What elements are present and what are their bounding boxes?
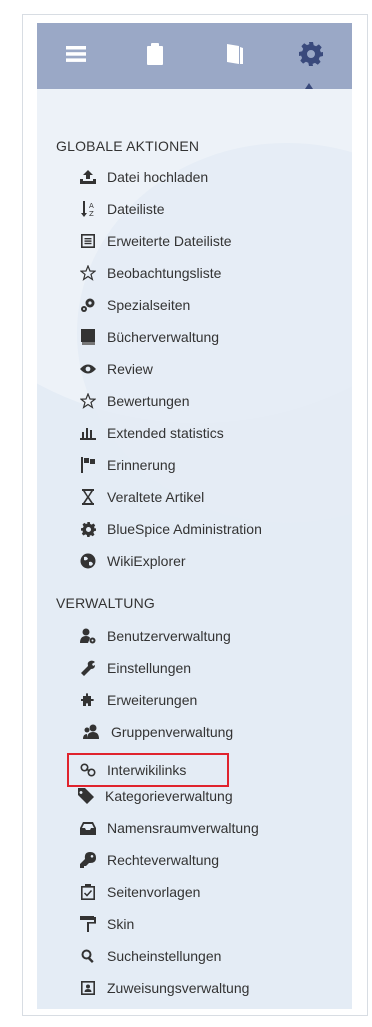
upload-icon (77, 168, 99, 186)
nav-item-label: Bücherverwaltung (107, 329, 220, 345)
nav-item-label: Dateiliste (107, 201, 165, 217)
nav-item-bluespice-admin[interactable]: BlueSpice Administration (77, 518, 262, 540)
nav-item-wikiexplorer[interactable]: WikiExplorer (77, 550, 186, 572)
nav-item-rights-manager[interactable]: Rechteverwaltung (77, 849, 219, 871)
clipboard-tab[interactable] (140, 39, 170, 69)
settings-tab[interactable] (296, 39, 326, 69)
nav-item-skin[interactable]: Skin (77, 913, 134, 935)
flag-icon (77, 456, 99, 474)
special-pages-icon (77, 296, 99, 314)
nav-item-book-manager[interactable]: Bücherverwaltung (77, 326, 219, 348)
star-outline-icon (77, 392, 99, 410)
nav-item-category-manager[interactable]: Kategorieverwaltung (75, 785, 233, 807)
nav-item-namespace-manager[interactable]: Namensraumverwaltung (77, 817, 259, 839)
tag-icon (75, 787, 97, 805)
sidebar-frame: GLOBALE AKTIONEN Datei hochladen AZ Date… (22, 14, 368, 1016)
hourglass-icon (77, 488, 99, 506)
inbox-icon (77, 819, 99, 837)
book-icon (227, 44, 243, 64)
group-icon (81, 723, 103, 741)
nav-item-label: Erinnerung (107, 457, 176, 473)
nav-item-label: Sucheinstellungen (107, 948, 222, 964)
menu-icon (66, 46, 86, 62)
nav-item-ratings[interactable]: Bewertungen (77, 390, 190, 412)
nav-item-extended-statistics[interactable]: Extended statistics (77, 422, 224, 444)
nav-item-watchlist[interactable]: Beobachtungsliste (77, 262, 221, 284)
nav-item-label: Seitenvorlagen (107, 884, 201, 900)
nav-item-special-pages[interactable]: Spezialseiten (77, 294, 190, 316)
bar-chart-icon (77, 424, 99, 442)
section-title-global: GLOBALE AKTIONEN (56, 138, 200, 154)
sort-list-icon: AZ (77, 200, 99, 218)
nav-item-file-list[interactable]: AZ Dateiliste (77, 198, 165, 220)
book-tab[interactable] (219, 39, 249, 69)
nav-item-label: Datei hochladen (107, 169, 209, 185)
gear-icon (299, 42, 323, 66)
globe-icon (77, 552, 99, 570)
sidebar-panel: GLOBALE AKTIONEN Datei hochladen AZ Date… (37, 23, 352, 1009)
nav-item-group-manager[interactable]: Gruppenverwaltung (81, 721, 233, 743)
nav-item-label: Erweiterte Dateiliste (107, 233, 232, 249)
nav-item-search-settings[interactable]: Sucheinstellungen (77, 945, 221, 967)
nav-item-upload[interactable]: Datei hochladen (77, 166, 208, 188)
search-icon (77, 947, 99, 965)
nav-item-label: Kategorieverwaltung (105, 788, 233, 804)
nav-item-reminder[interactable]: Erinnerung (77, 454, 176, 476)
nav-item-outdated-articles[interactable]: Veraltete Artikel (77, 486, 204, 508)
eye-icon (77, 360, 99, 378)
star-outline-icon (77, 264, 99, 282)
user-admin-icon (77, 627, 99, 645)
nav-item-label: Extended statistics (107, 425, 224, 441)
nav-item-label: Rechteverwaltung (107, 852, 220, 868)
assignment-icon (77, 979, 99, 997)
nav-item-label: Einstellungen (107, 660, 192, 676)
nav-item-assignment-manager[interactable]: Zuweisungsverwaltung (77, 977, 249, 999)
nav-item-label: Erweiterungen (107, 692, 198, 708)
nav-item-label: BlueSpice Administration (107, 521, 262, 537)
nav-item-label: Bewertungen (107, 393, 190, 409)
wrench-icon (77, 659, 99, 677)
nav-item-label: Skin (107, 916, 135, 932)
clipboard-icon (147, 43, 163, 65)
nav-item-label: Veraltete Artikel (107, 489, 205, 505)
menu-tab[interactable] (61, 39, 91, 69)
nav-item-label: Zuweisungsverwaltung (107, 980, 250, 996)
key-icon (77, 851, 99, 869)
nav-item-review[interactable]: Review (77, 358, 153, 380)
nav-item-label: Namensraumverwaltung (107, 820, 259, 836)
nav-item-label: WikiExplorer (107, 553, 186, 569)
nav-item-page-templates[interactable]: Seitenvorlagen (77, 881, 200, 903)
sidebar-toolbar (37, 23, 352, 89)
highlight-box (67, 753, 229, 787)
nav-item-extended-file-list[interactable]: Erweiterte Dateiliste (77, 230, 232, 252)
nav-item-user-manager[interactable]: Benutzerverwaltung (77, 625, 231, 647)
gear-icon (77, 520, 99, 538)
nav-item-label: Gruppenverwaltung (111, 724, 234, 740)
nav-item-label: Review (107, 361, 153, 377)
puzzle-icon (77, 691, 99, 709)
book-manager-icon (77, 328, 99, 346)
nav-item-label: Beobachtungsliste (107, 265, 222, 281)
nav-item-label: Benutzerverwaltung (107, 628, 231, 644)
nav-item-label: Spezialseiten (107, 297, 191, 313)
nav-item-settings[interactable]: Einstellungen (77, 657, 191, 679)
svg-text:Z: Z (89, 210, 94, 217)
svg-text:A: A (89, 202, 94, 210)
paint-roller-icon (77, 915, 99, 933)
section-title-admin: VERWALTUNG (56, 595, 155, 611)
list-box-icon (77, 232, 99, 250)
template-icon (77, 883, 99, 901)
nav-item-extensions[interactable]: Erweiterungen (77, 689, 197, 711)
active-tab-pointer (305, 83, 313, 89)
